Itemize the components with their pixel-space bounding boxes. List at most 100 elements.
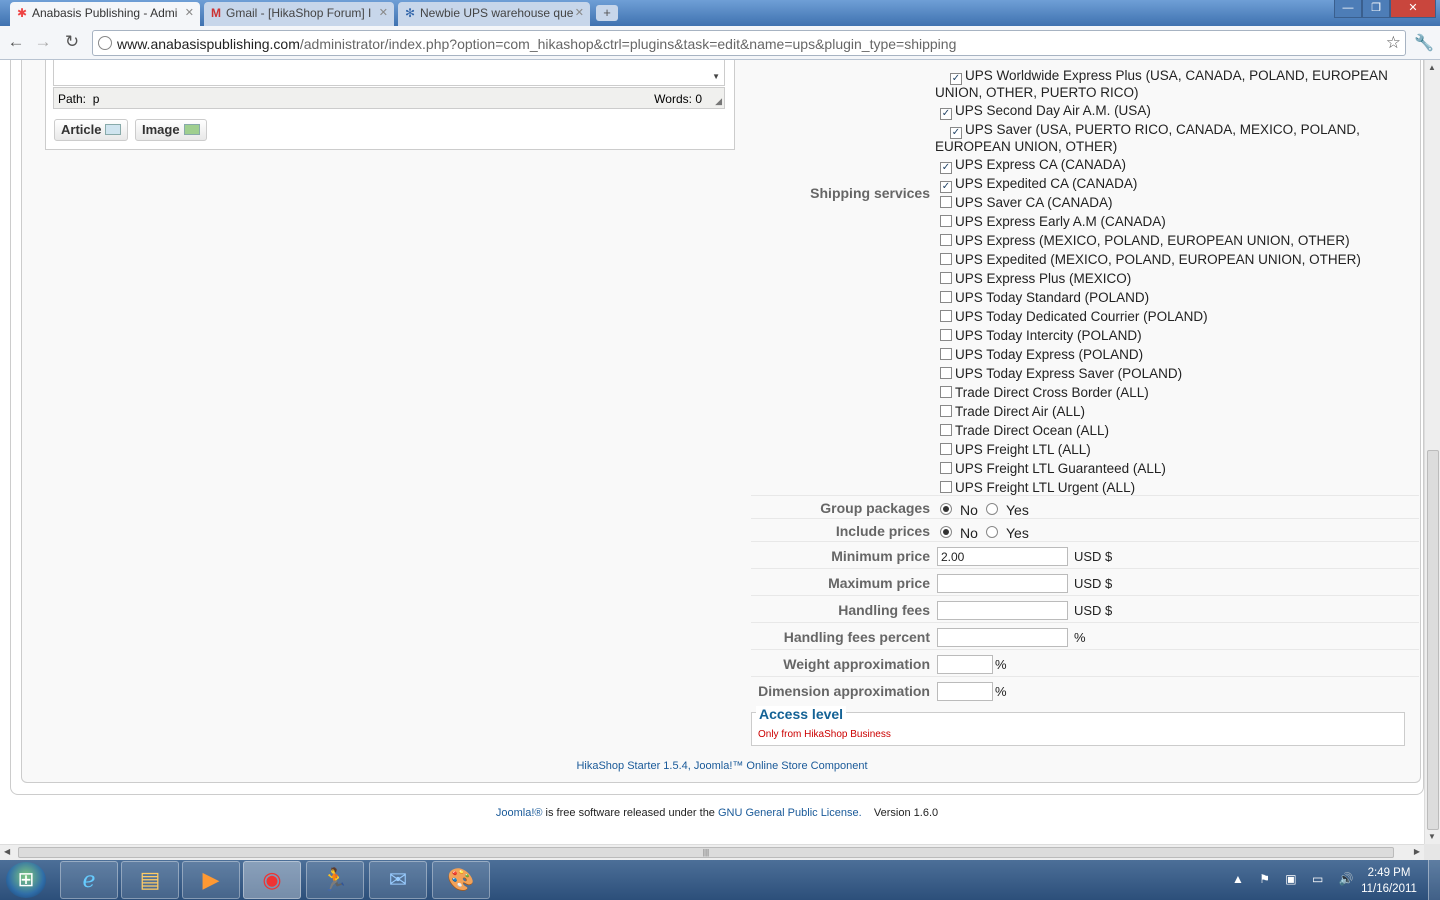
minimum-price-unit: USD $ [1074,549,1113,564]
scroll-down-arrow-icon[interactable]: ▼ [1428,832,1436,841]
file-explorer-icon[interactable]: ▤ [121,861,179,899]
system-clock[interactable]: 2:49 PM 11/16/2011 [1356,865,1422,897]
close-tab-icon[interactable]: ✕ [185,2,194,24]
horizontal-scroll-thumb[interactable]: ||| [18,847,1394,858]
joomla-link[interactable]: Joomla!® [496,807,543,819]
wrench-menu-icon[interactable]: 🔧 [1414,33,1434,53]
shipping-service-checkbox[interactable] [940,291,952,303]
minimum-price-input[interactable]: 2.00 [937,547,1068,566]
close-window-button[interactable]: ✕ [1390,0,1436,18]
close-tab-icon[interactable]: ✕ [379,2,388,24]
shipping-service-checkbox[interactable] [940,215,952,227]
internet-explorer-icon[interactable]: ℯ [60,861,118,899]
shipping-service-checkbox[interactable] [940,329,952,341]
shipping-service-item: UPS Express (MEXICO, POLAND, EUROPEAN UN… [940,233,1350,249]
maximum-price-unit: USD $ [1074,576,1113,591]
shipping-service-item: UPS Saver CA (CANADA) [940,195,1113,211]
image-button[interactable]: Image [135,119,207,141]
address-bar[interactable]: www.anabasispublishing.com/administrator… [92,30,1406,56]
shipping-service-checkbox[interactable] [940,405,952,417]
scroll-left-arrow-icon[interactable]: ◀ [4,847,10,856]
shipping-service-checkbox[interactable] [940,481,952,493]
shipping-service-checkbox[interactable] [940,162,952,174]
path-value: p [92,92,100,106]
shipping-service-checkbox[interactable] [940,196,952,208]
shipping-service-label: Trade Direct Cross Border (ALL) [955,385,1149,400]
shipping-service-checkbox[interactable] [940,348,952,360]
shipping-service-checkbox[interactable] [940,253,952,265]
url-path: /administrator/index.php?option=com_hika… [299,36,957,52]
media-player-icon[interactable]: ▶ [182,861,240,899]
article-button[interactable]: Article [54,119,129,141]
shipping-service-label: UPS Freight LTL (ALL) [955,442,1091,457]
maximum-price-label: Maximum price [828,575,930,591]
shipping-service-item: UPS Expedited (MEXICO, POLAND, EUROPEAN … [940,252,1361,268]
handling-fees-percent-input[interactable] [937,628,1068,647]
browser-toolbar: ← → ↻ www.anabasispublishing.com/adminis… [0,26,1440,60]
close-tab-icon[interactable]: ✕ [575,2,584,24]
shipping-service-checkbox[interactable] [940,108,952,120]
aim-icon[interactable]: 🏃 [306,861,364,899]
include-prices-yes-label: Yes [1006,525,1029,541]
thunderbird-icon[interactable]: ✉ [369,861,427,899]
scroll-down-icon[interactable]: ▼ [712,72,720,81]
bookmark-star-icon[interactable]: ☆ [1386,33,1401,53]
dimension-approximation-input[interactable] [937,682,993,701]
handling-fees-input[interactable] [937,601,1068,620]
shipping-services-label: Shipping services [810,185,930,201]
editor-textarea[interactable]: ▼ [53,60,725,86]
group-packages-no-radio[interactable] [940,503,952,515]
browser-tab-bar: ✱ Anabasis Publishing - Admi ✕ M Gmail -… [0,0,1440,26]
shipping-service-checkbox[interactable] [940,443,952,455]
tab-forum[interactable]: ✻ Newbie UPS warehouse que ✕ [398,2,590,26]
maximum-price-input[interactable] [937,574,1068,593]
minimize-button[interactable]: — [1334,0,1362,18]
chrome-icon[interactable]: ◉ [243,861,301,899]
shipping-service-label: UPS Express (MEXICO, POLAND, EUROPEAN UN… [955,233,1350,248]
shipping-service-checkbox[interactable] [940,386,952,398]
include-prices-yes-radio[interactable] [986,526,998,538]
shipping-service-checkbox[interactable] [940,310,952,322]
shipping-service-checkbox[interactable] [950,73,962,85]
shipping-service-label: Trade Direct Air (ALL) [955,404,1086,419]
include-prices-no-radio[interactable] [940,526,952,538]
forward-icon[interactable]: → [32,31,54,53]
show-desktop-button[interactable] [1428,860,1440,900]
url-host: www.anabasispublishing.com [117,36,300,52]
shipping-service-checkbox[interactable] [940,367,952,379]
shipping-service-checkbox[interactable] [940,462,952,474]
shipping-service-item: UPS Express CA (CANADA) [940,157,1126,174]
shipping-service-item: UPS Today Dedicated Courrier (POLAND) [940,309,1208,325]
gpl-link[interactable]: GNU General Public License. [718,807,862,819]
horizontal-scrollbar[interactable]: ◀ ||| ▶ [0,844,1424,860]
shipping-service-checkbox[interactable] [950,127,962,139]
dimension-approximation-label: Dimension approximation [758,683,930,699]
clock-date: 11/16/2011 [1361,883,1417,895]
paint-icon[interactable]: 🎨 [432,861,490,899]
new-tab-button[interactable]: + [596,5,618,21]
scroll-up-arrow-icon[interactable]: ▲ [1428,63,1436,72]
page-info-icon[interactable] [98,36,112,50]
reload-icon[interactable]: ↻ [61,31,83,53]
shipping-service-checkbox[interactable] [940,181,952,193]
resize-grip-icon[interactable]: ◢ [715,96,722,107]
start-button[interactable]: ⊞ [6,862,46,898]
vertical-scrollbar[interactable]: ▲ ▼ [1424,60,1440,844]
weight-approximation-label: Weight approximation [783,656,930,672]
vertical-scroll-thumb[interactable] [1427,450,1439,830]
group-packages-yes-radio[interactable] [986,503,998,515]
shipping-service-checkbox[interactable] [940,424,952,436]
back-icon[interactable]: ← [5,31,27,53]
footer-text: is free software released under the [542,807,718,819]
shipping-service-checkbox[interactable] [940,272,952,284]
tab-anabasis-admin[interactable]: ✱ Anabasis Publishing - Admi ✕ [10,2,200,26]
tab-gmail[interactable]: M Gmail - [HikaShop Forum] I ✕ [204,2,394,26]
maximize-button[interactable]: ❐ [1362,0,1390,18]
scroll-right-arrow-icon[interactable]: ▶ [1414,847,1420,856]
shipping-service-checkbox[interactable] [940,234,952,246]
weight-approximation-input[interactable] [937,655,993,674]
url-text: www.anabasispublishing.com/administrator… [117,36,956,52]
system-tray[interactable]: ▲ ⚑ ▣ ▭ 🔊 [1232,872,1360,886]
hikashop-credit-link[interactable]: HikaShop Starter 1.5.4, Joomla!™ Online … [0,760,1424,772]
shipping-service-item: Trade Direct Cross Border (ALL) [940,385,1149,401]
